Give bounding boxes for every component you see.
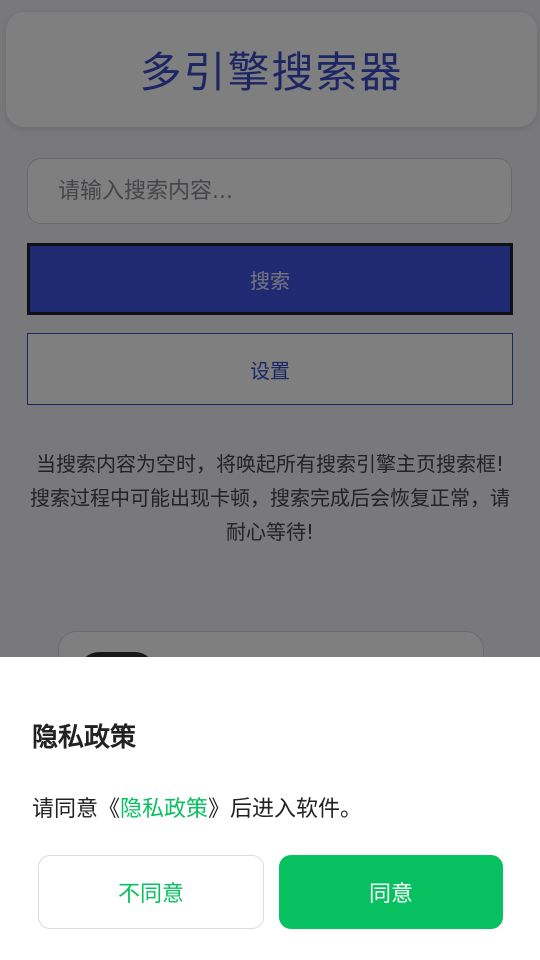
dialog-message-prefix: 请同意《 [32,797,121,822]
dialog-message-suffix: 》后进入软件。 [208,797,363,822]
dialog-title: 隐私政策 [32,723,137,753]
privacy-policy-link[interactable]: 隐私政策 [120,797,208,822]
dialog-message: 请同意《隐私政策》后进入软件。 [32,791,362,823]
agree-button[interactable]: 同意 [279,855,503,929]
disagree-button[interactable]: 不同意 [38,855,264,929]
privacy-dialog: 隐私政策 请同意《隐私政策》后进入软件。 不同意 同意 [0,657,540,960]
